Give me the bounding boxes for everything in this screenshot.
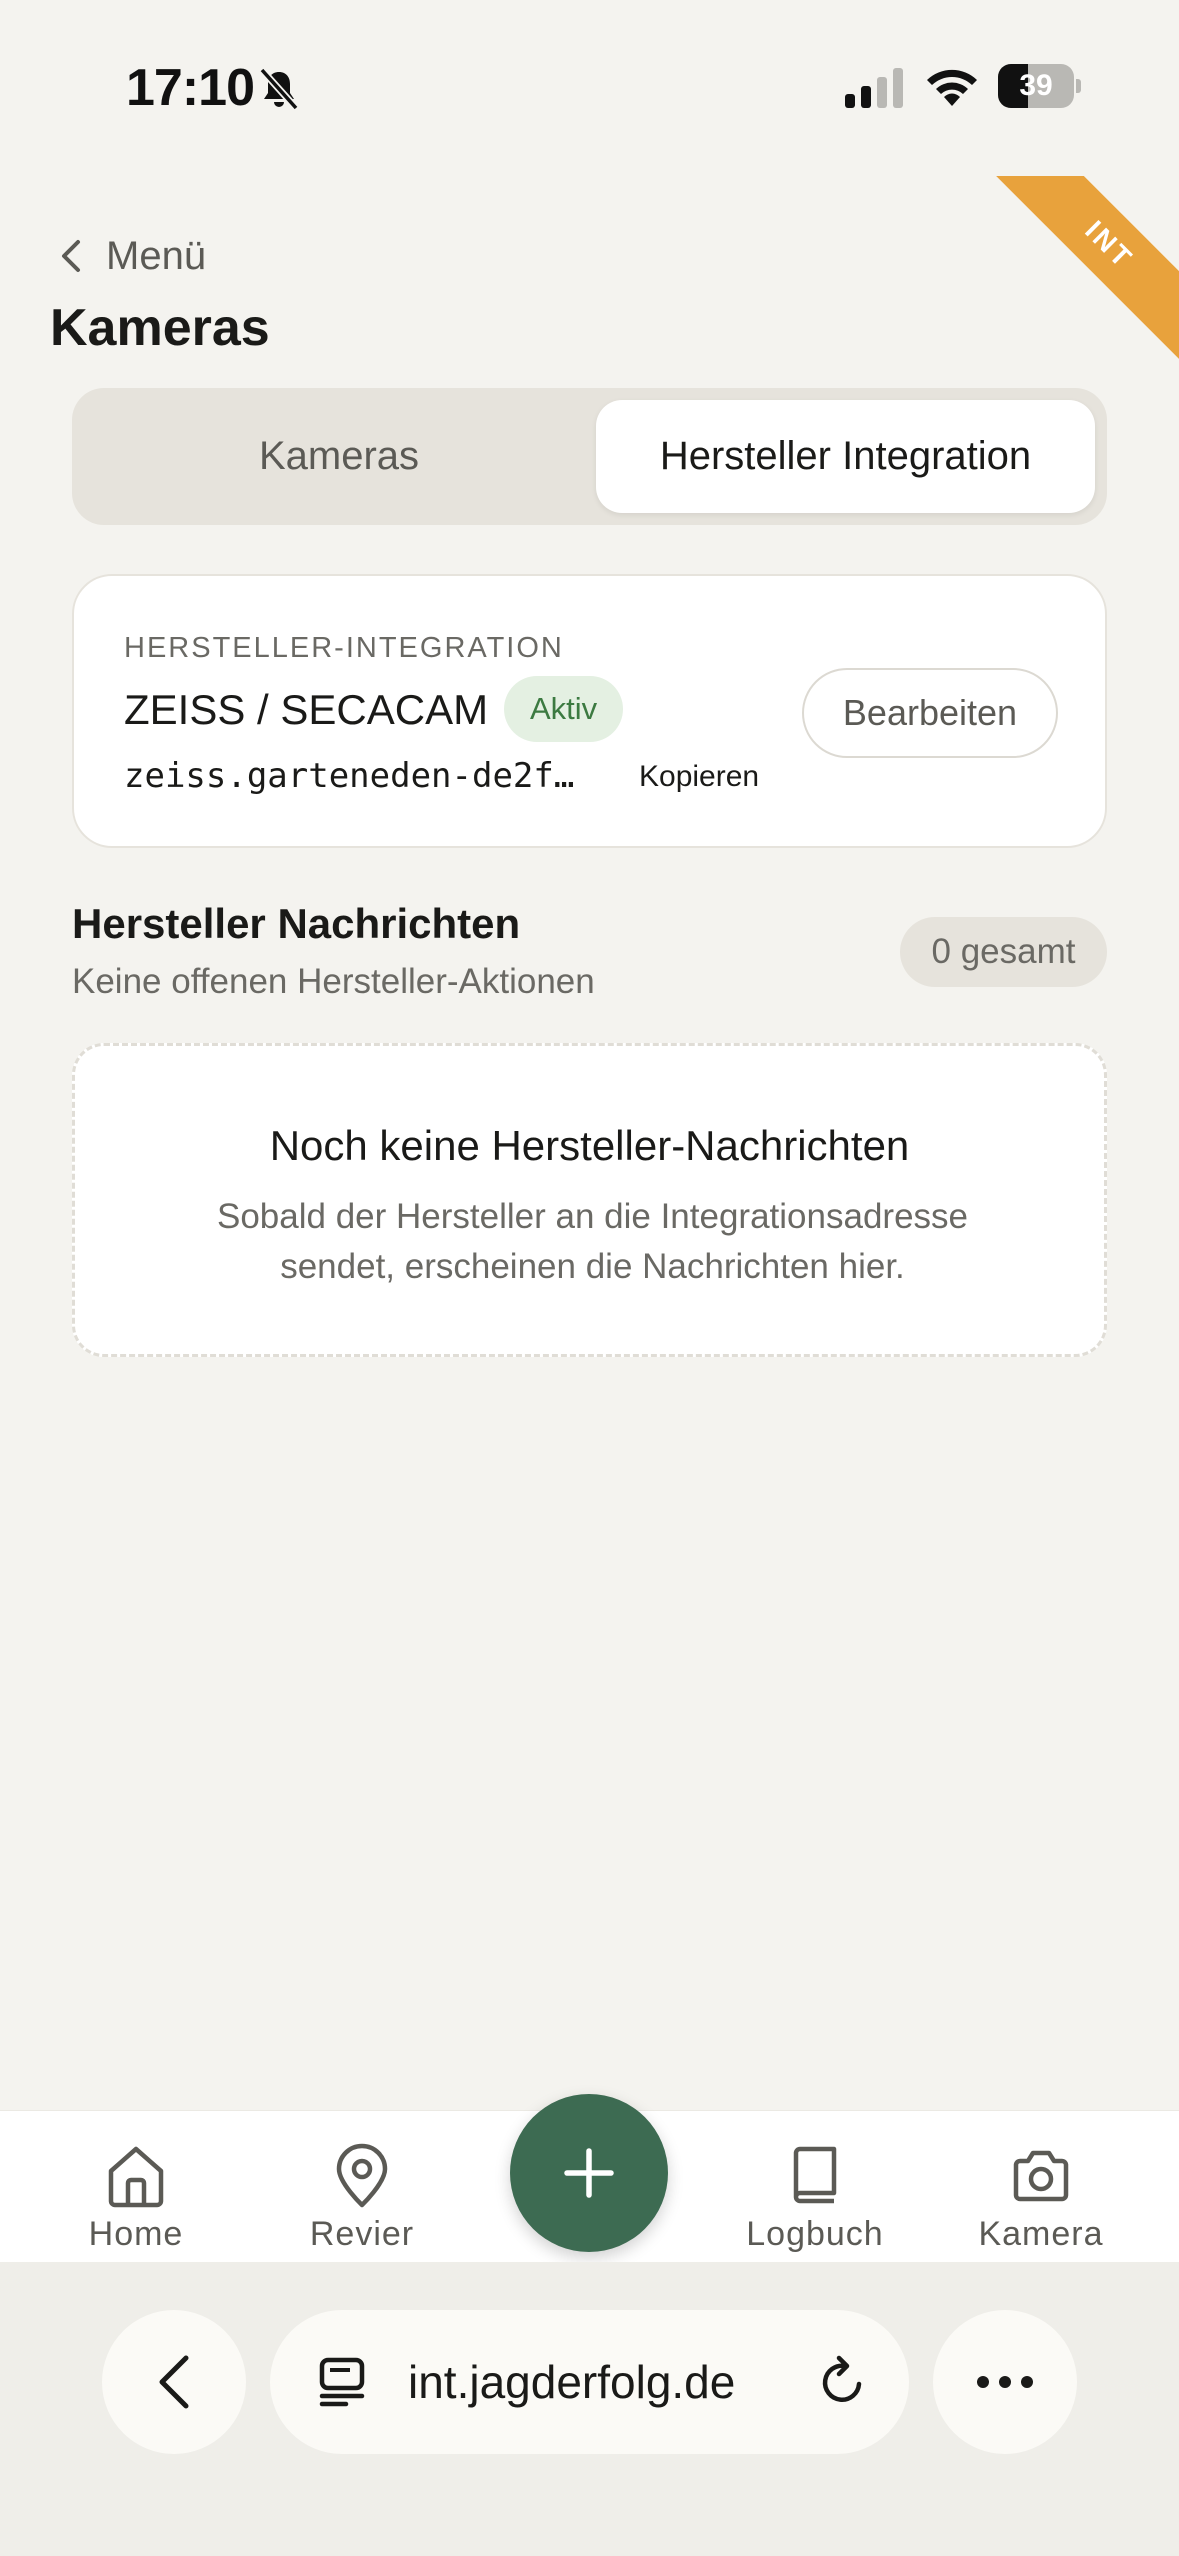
reload-icon[interactable]	[815, 2354, 871, 2410]
cellular-signal-icon	[845, 68, 903, 108]
page-title: Kameras	[50, 299, 270, 357]
segmented-control: Kameras Hersteller Integration	[72, 388, 1107, 525]
messages-title: Hersteller Nachrichten	[72, 900, 521, 947]
tab-home[interactable]: Home	[46, 2143, 226, 2254]
empty-state-title: Noch keine Hersteller-Nachrichten	[269, 1122, 910, 1169]
back-to-menu-link[interactable]: Menü	[58, 228, 206, 284]
camera-icon	[1013, 2150, 1069, 2202]
url-text: int.jagderfolg.de	[408, 2356, 736, 2408]
wifi-icon	[927, 69, 977, 106]
battery-level: 39	[1019, 69, 1053, 102]
status-time: 17:10	[126, 59, 255, 117]
chevron-left-icon	[62, 240, 80, 272]
more-options-button[interactable]	[933, 2310, 1077, 2454]
battery-indicator: 39	[998, 64, 1081, 108]
tab-logbuch-label: Logbuch	[746, 2215, 884, 2253]
integration-brand: ZEISS / SECACAM	[124, 686, 489, 733]
status-badge: Aktiv	[504, 676, 624, 742]
tab-hersteller-integration[interactable]: Hersteller Integration	[596, 400, 1095, 513]
integration-address: zeiss.garteneden-de2f…	[124, 756, 575, 796]
tab-revier-label: Revier	[309, 2215, 415, 2253]
book-icon	[793, 2146, 837, 2204]
map-pin-icon	[336, 2143, 388, 2208]
tab-logbuch[interactable]: Logbuch	[725, 2143, 905, 2254]
home-icon	[108, 2146, 164, 2208]
empty-state: Noch keine Hersteller-Nachrichten Sobald…	[72, 1043, 1107, 1357]
tab-kameras[interactable]: Kameras	[84, 400, 594, 513]
copy-address-button[interactable]: Kopieren	[639, 760, 759, 794]
chevron-left-icon	[159, 2355, 189, 2409]
browser-back-button[interactable]	[102, 2310, 246, 2454]
back-label: Menü	[106, 233, 207, 278]
plus-icon	[564, 2148, 614, 2198]
bell-slash-icon	[259, 67, 299, 111]
add-button[interactable]	[510, 2094, 668, 2252]
status-bar: 17:10 39	[0, 0, 1179, 170]
empty-state-text: Sobald der Hersteller an die Integration…	[217, 1197, 968, 1286]
integration-card: HERSTELLER-INTEGRATION ZEISS / SECACAM A…	[72, 574, 1107, 848]
card-eyebrow: HERSTELLER-INTEGRATION	[124, 632, 564, 664]
ellipsis-icon	[977, 2376, 1033, 2388]
tab-kamera-label: Kamera	[978, 2215, 1104, 2253]
address-bar[interactable]: int.jagderfolg.de	[270, 2310, 909, 2454]
tab-revier[interactable]: Revier	[272, 2143, 452, 2254]
environment-label: INT	[981, 176, 1179, 373]
page-menu-icon[interactable]	[316, 2356, 368, 2408]
messages-count-badge: 0 gesamt	[900, 917, 1107, 987]
tab-kamera[interactable]: Kamera	[951, 2143, 1131, 2254]
tab-home-label: Home	[88, 2215, 184, 2253]
environment-ribbon: INT	[979, 176, 1179, 376]
messages-subtitle: Keine offenen Hersteller-Aktionen	[72, 962, 595, 1001]
edit-button[interactable]: Bearbeiten	[802, 668, 1058, 758]
